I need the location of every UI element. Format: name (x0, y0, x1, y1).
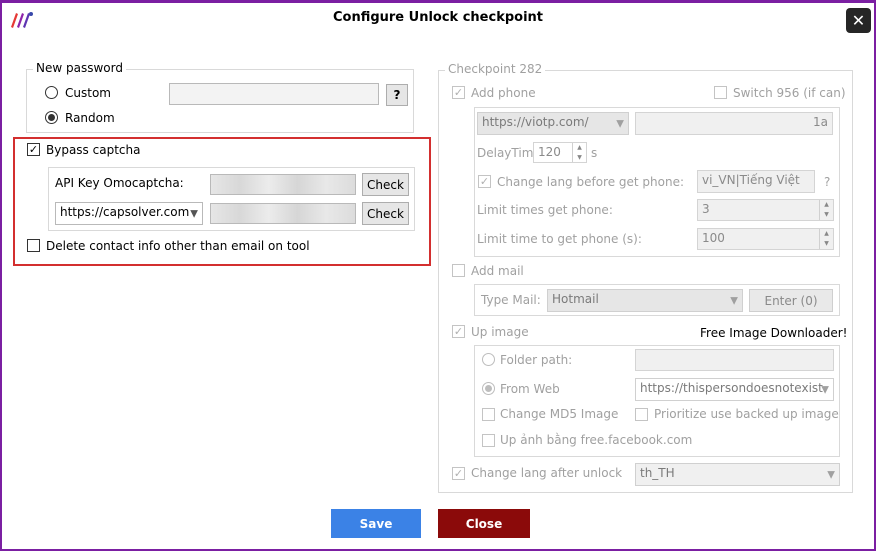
close-button-label: Close (465, 516, 503, 531)
captcha-service-key-input[interactable] (210, 203, 356, 224)
up-fb-image-label: Up ảnh bằng free.facebook.com (500, 433, 693, 447)
delete-contact-label: Delete contact info other than email on … (46, 239, 310, 253)
delete-contact-checkbox[interactable] (27, 239, 40, 252)
phone-service-value: https://viotp.com/ (482, 115, 589, 129)
random-password-label: Random (65, 111, 115, 125)
folder-path-radio[interactable] (482, 353, 495, 366)
from-web-select[interactable]: https://thispersondoesnotexist. ▼ (635, 378, 834, 401)
up-image-checkbox[interactable]: ✓ (452, 325, 465, 338)
spin-down-icon[interactable]: ▼ (820, 210, 833, 220)
delay-time-value: 120 (538, 145, 561, 159)
type-mail-select[interactable]: Hotmail ▼ (547, 289, 743, 312)
custom-password-label: Custom (65, 86, 111, 100)
up-fb-image-checkbox[interactable] (482, 434, 495, 447)
window-close-button[interactable]: ✕ (846, 8, 871, 33)
enter-mail-label: Enter (0) (764, 293, 818, 308)
folder-path-input[interactable] (635, 349, 834, 371)
lang-before-input[interactable]: vi_VN|Tiếng Việt (697, 170, 815, 193)
change-lang-before-checkbox[interactable]: ✓ (478, 175, 491, 188)
from-web-label: From Web (500, 382, 560, 396)
prioritize-backup-label: Prioritize use backed up image (654, 407, 839, 421)
enter-mail-button[interactable]: Enter (0) (749, 289, 833, 312)
folder-path-label: Folder path: (500, 353, 573, 367)
from-web-value: https://thispersondoesnotexist. (640, 381, 827, 395)
api-key-input[interactable] (210, 174, 356, 195)
close-icon: ✕ (851, 10, 866, 30)
delay-time-spinner[interactable]: ▲ ▼ (572, 143, 586, 162)
bypass-captcha-label: Bypass captcha (46, 143, 141, 157)
add-mail-label: Add mail (471, 264, 524, 278)
delay-time-input[interactable]: 120 ▲ ▼ (533, 142, 587, 163)
spin-down-icon[interactable]: ▼ (820, 239, 833, 249)
spin-up-icon[interactable]: ▲ (820, 229, 833, 239)
limit-times-value: 3 (702, 202, 710, 216)
chevron-down-icon: ▼ (190, 208, 198, 219)
api-key-check-label: Check (367, 177, 404, 192)
service-check-button[interactable]: Check (362, 202, 409, 225)
change-md5-label: Change MD5 Image (500, 407, 619, 421)
phone-api-key-input[interactable]: 1a (635, 112, 833, 135)
prioritize-backup-checkbox[interactable] (635, 408, 648, 421)
checkpoint-legend: Checkpoint 282 (445, 62, 546, 76)
type-mail-value: Hotmail (552, 292, 599, 306)
switch-956-label: Switch 956 (if can) (733, 86, 846, 100)
custom-password-radio[interactable] (45, 86, 58, 99)
type-mail-label: Type Mail: (481, 293, 541, 307)
up-image-label: Up image (471, 325, 529, 339)
change-lang-after-checkbox[interactable]: ✓ (452, 467, 465, 480)
service-check-label: Check (367, 206, 404, 221)
spin-down-icon[interactable]: ▼ (573, 153, 586, 163)
limit-time-spinner[interactable]: ▲ ▼ (819, 229, 833, 249)
password-help-button[interactable]: ? (386, 84, 408, 106)
lang-after-value: th_TH (640, 466, 675, 480)
save-button[interactable]: Save (331, 509, 421, 538)
new-password-legend: New password (33, 61, 126, 75)
limit-times-input[interactable]: 3 ▲ ▼ (697, 199, 834, 221)
bypass-captcha-checkbox[interactable]: ✓ (27, 143, 40, 156)
chevron-down-icon: ▼ (616, 118, 624, 129)
spin-up-icon[interactable]: ▲ (573, 143, 586, 153)
dialog-window: Configure Unlock checkpoint ✕ New passwo… (0, 0, 876, 551)
limit-time-input[interactable]: 100 ▲ ▼ (697, 228, 834, 250)
title-bar: Configure Unlock checkpoint ✕ (2, 3, 874, 37)
add-mail-checkbox[interactable] (452, 264, 465, 277)
limit-times-label: Limit times get phone: (477, 203, 613, 217)
chevron-down-icon: ▼ (821, 384, 829, 395)
random-password-radio[interactable] (45, 111, 58, 124)
change-lang-before-label: Change lang before get phone: (497, 175, 685, 189)
add-phone-label: Add phone (471, 86, 536, 100)
spin-up-icon[interactable]: ▲ (820, 200, 833, 210)
lang-before-value: vi_VN|Tiếng Việt (702, 173, 800, 187)
from-web-radio[interactable] (482, 382, 495, 395)
phone-service-select[interactable]: https://viotp.com/ ▼ (477, 112, 629, 135)
phone-api-key-suffix: 1a (813, 115, 828, 129)
custom-password-input[interactable] (169, 83, 379, 105)
chevron-down-icon: ▼ (730, 295, 738, 306)
lang-after-select[interactable]: th_TH ▼ (635, 463, 840, 486)
switch-956-checkbox[interactable] (714, 86, 727, 99)
api-key-check-button[interactable]: Check (362, 173, 409, 196)
delay-time-unit: s (591, 146, 598, 160)
window-title: Configure Unlock checkpoint (332, 10, 544, 25)
change-lang-after-label: Change lang after unlock (471, 466, 623, 480)
save-button-label: Save (359, 516, 393, 531)
chevron-down-icon: ▼ (827, 469, 835, 480)
change-md5-checkbox[interactable] (482, 408, 495, 421)
close-button[interactable]: Close (438, 509, 530, 538)
limit-times-spinner[interactable]: ▲ ▼ (819, 200, 833, 220)
limit-time-label: Limit time to get phone (s): (477, 232, 642, 246)
add-phone-checkbox[interactable]: ✓ (452, 86, 465, 99)
limit-time-value: 100 (702, 231, 725, 245)
delay-time-label: DelayTime (477, 146, 541, 160)
lang-help-label[interactable]: ? (824, 175, 830, 189)
api-key-label: API Key Omocaptcha: (55, 176, 184, 190)
captcha-service-value: https://capsolver.com (60, 205, 190, 219)
free-image-downloader-link[interactable]: Free Image Downloader! (700, 326, 847, 340)
captcha-service-select[interactable]: https://capsolver.com ▼ (55, 202, 203, 225)
password-help-label: ? (393, 88, 401, 102)
